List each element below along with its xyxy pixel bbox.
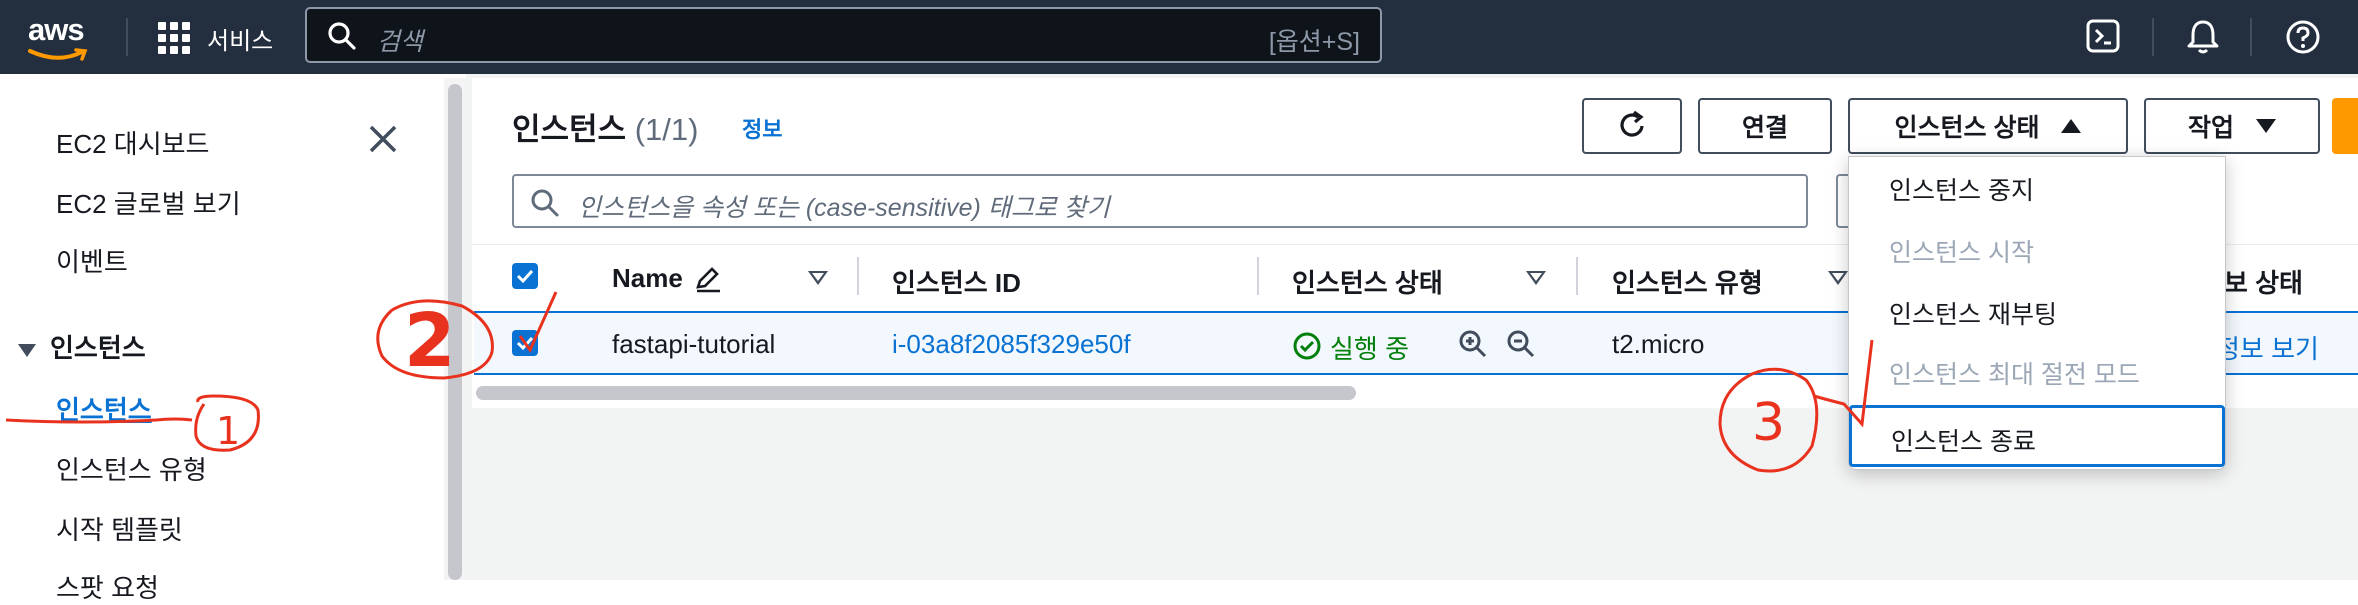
- sidebar-section-instances[interactable]: 인스턴스: [18, 328, 146, 365]
- column-header-instance-type[interactable]: 인스턴스 유형: [1612, 263, 1763, 300]
- sidebar-scrollbar[interactable]: [444, 78, 466, 580]
- refresh-icon: [1620, 110, 1644, 137]
- row-checkbox[interactable]: [512, 330, 538, 356]
- top-navigation-bar: aws 서비스 검색 [옵션+S]: [0, 0, 2358, 74]
- connect-button[interactable]: 연결: [1698, 98, 1832, 154]
- zoom-out-icon[interactable]: [1506, 329, 1536, 359]
- bell-icon[interactable]: [2184, 18, 2222, 56]
- actions-button-label: 작업: [2187, 114, 2234, 142]
- search-placeholder: 검색: [377, 28, 424, 56]
- success-check-icon: [1293, 332, 1321, 360]
- search-icon: [531, 189, 559, 217]
- filter-caret-icon[interactable]: [1526, 271, 1546, 285]
- instance-count: (1/1): [634, 112, 699, 147]
- check-icon: [516, 336, 534, 351]
- close-icon[interactable]: [366, 122, 400, 156]
- instance-filter-input[interactable]: 인스턴스을 속성 또는 (case-sensitive) 태그로 찾기: [512, 174, 1808, 228]
- instance-type-value: t2.micro: [1612, 329, 1705, 359]
- connect-button-label: 연결: [1741, 114, 1788, 142]
- global-search-input[interactable]: 검색 [옵션+S]: [305, 7, 1382, 63]
- table-horizontal-scrollbar[interactable]: [476, 386, 1356, 400]
- zoom-in-icon[interactable]: [1458, 329, 1488, 359]
- instance-state-button[interactable]: 인스턴스 상태: [1848, 98, 2128, 154]
- filter-caret-icon[interactable]: [1828, 271, 1848, 285]
- instance-state-button-label: 인스턴스 상태: [1894, 114, 2040, 142]
- scrollbar-thumb[interactable]: [448, 84, 462, 580]
- menu-item-reboot-instance[interactable]: 인스턴스 재부팅: [1889, 295, 2057, 331]
- aws-logo[interactable]: aws: [28, 12, 92, 61]
- launch-instances-button[interactable]: [2332, 98, 2358, 154]
- help-icon[interactable]: [2284, 18, 2322, 56]
- menu-item-hibernate-instance: 인스턴스 최대 절전 모드: [1889, 361, 2140, 389]
- actions-button[interactable]: 작업: [2144, 98, 2320, 154]
- column-header-instance-state[interactable]: 인스턴스 상태: [1292, 263, 1443, 300]
- sidebar-item-spot-requests[interactable]: 스팟 요청: [56, 568, 159, 605]
- column-header-name[interactable]: Name: [612, 263, 683, 294]
- filter-placeholder: 인스턴스을 속성 또는 (case-sensitive) 태그로 찾기: [578, 194, 1110, 222]
- page-title: 인스턴스 (1/1): [512, 104, 698, 149]
- refresh-button[interactable]: [1582, 98, 1682, 154]
- menu-item-terminate-instance[interactable]: 인스턴스 종료: [1849, 405, 2225, 467]
- check-icon: [516, 269, 534, 284]
- instance-state-value: 실행 중: [1330, 334, 1409, 364]
- aws-logo-text: aws: [28, 12, 85, 47]
- info-link[interactable]: 정보: [742, 112, 782, 144]
- filter-caret-icon[interactable]: [808, 271, 828, 285]
- services-menu[interactable]: 서비스: [207, 21, 273, 56]
- page-title-text: 인스턴스: [512, 112, 627, 147]
- column-divider[interactable]: [857, 257, 859, 295]
- search-shortcut-hint: [옵션+S]: [1268, 28, 1360, 56]
- sidebar-item-instance-types[interactable]: 인스턴스 유형: [56, 450, 207, 487]
- grid-icon[interactable]: [158, 22, 190, 54]
- instance-id-link[interactable]: i-03a8f2085f329e50f: [892, 329, 1131, 360]
- menu-item-start-instance: 인스턴스 시작: [1889, 239, 2034, 267]
- cloudshell-icon[interactable]: [2085, 18, 2123, 56]
- caret-up-icon: [2061, 119, 2082, 133]
- sidebar-item-ec2-global-view[interactable]: EC2 글로벌 보기: [56, 184, 241, 221]
- sidebar-section-label: 인스턴스: [50, 333, 146, 363]
- search-icon: [328, 22, 356, 50]
- sidebar-item-ec2-dashboard[interactable]: EC2 대시보드: [56, 124, 209, 161]
- select-all-checkbox[interactable]: [512, 263, 538, 289]
- sidebar-item-instances[interactable]: 인스턴스: [56, 390, 152, 427]
- status-check-link[interactable]: 정보 보기: [2216, 329, 2319, 366]
- column-divider[interactable]: [1257, 257, 1259, 295]
- caret-down-icon: [2256, 119, 2276, 133]
- menu-item-stop-instance[interactable]: 인스턴스 중지: [1889, 171, 2034, 207]
- divider: [2250, 18, 2252, 56]
- divider: [126, 18, 128, 56]
- instance-name: fastapi-tutorial: [612, 329, 776, 359]
- divider: [2152, 18, 2154, 56]
- edit-icon: [696, 267, 720, 293]
- column-header-instance-id[interactable]: 인스턴스 ID: [892, 263, 1021, 300]
- aws-smile-icon: [28, 48, 88, 61]
- column-divider[interactable]: [1576, 257, 1578, 295]
- sidebar-item-launch-templates[interactable]: 시작 템플릿: [56, 510, 183, 547]
- caret-down-icon: [18, 343, 36, 357]
- sidebar-item-events[interactable]: 이벤트: [56, 242, 128, 279]
- instance-state-menu: 인스턴스 중지 인스턴스 시작 인스턴스 재부팅 인스턴스 최대 절전 모드 인…: [1848, 156, 2226, 470]
